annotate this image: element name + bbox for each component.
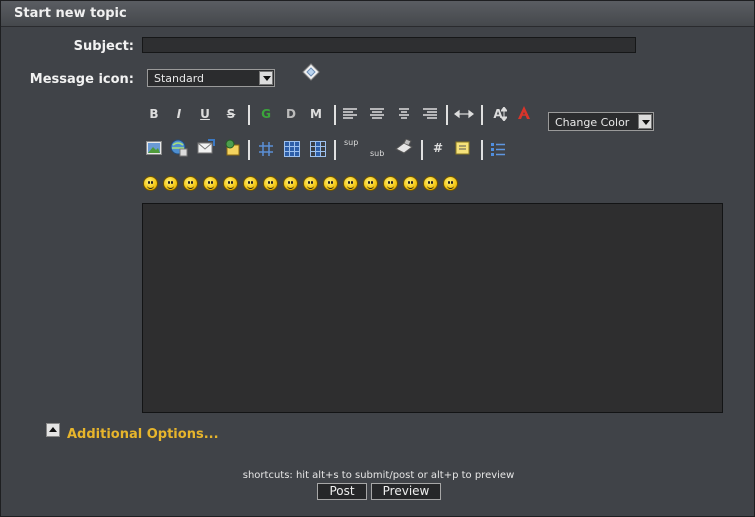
insert-ftp-icon[interactable]: [223, 139, 241, 157]
horizontal-rule-icon[interactable]: [454, 108, 474, 120]
underline-button[interactable]: U: [195, 104, 215, 124]
change-color-select[interactable]: Change Color: [548, 112, 654, 131]
smiley-icon[interactable]: [383, 176, 398, 191]
toolbar-divider: [446, 105, 448, 125]
subscript-button[interactable]: sub: [370, 149, 384, 158]
smiley-icon[interactable]: [403, 176, 418, 191]
align-left-icon[interactable]: [342, 107, 358, 121]
strikethrough-button[interactable]: S: [221, 104, 241, 124]
expand-collapse-icon[interactable]: [46, 423, 60, 437]
smiley-icon[interactable]: [443, 176, 458, 191]
toolbar-divider: [481, 140, 483, 160]
smiley-icon[interactable]: [183, 176, 198, 191]
change-color-label: Change Color: [555, 116, 630, 129]
smiley-icon[interactable]: [303, 176, 318, 191]
bold-button[interactable]: B: [144, 104, 164, 124]
toolbar-divider: [248, 105, 250, 125]
chevron-down-icon[interactable]: [259, 71, 273, 85]
post-button[interactable]: Post: [317, 483, 367, 500]
insert-table-row-icon[interactable]: [284, 141, 300, 157]
page-title: Start new topic: [14, 6, 127, 21]
toolbar-divider: [481, 105, 483, 125]
teletype-icon[interactable]: [395, 139, 413, 155]
align-justify-icon[interactable]: [396, 107, 412, 121]
message-icon-label: Message icon:: [29, 72, 134, 87]
insert-image-icon[interactable]: [146, 141, 162, 155]
glow-button[interactable]: G: [256, 104, 276, 124]
insert-quote-icon[interactable]: [455, 141, 471, 157]
toolbar-divider: [421, 140, 423, 160]
size-arrows-icon: [501, 107, 507, 121]
smiley-icon[interactable]: [283, 176, 298, 191]
message-icon-preview-icon: [302, 63, 320, 81]
smiley-icon[interactable]: [203, 176, 218, 191]
panel-header: Start new topic: [1, 1, 754, 27]
insert-list-icon[interactable]: [490, 141, 506, 157]
marquee-button[interactable]: M: [306, 104, 326, 124]
insert-code-button[interactable]: #: [428, 138, 448, 158]
insert-table-column-icon[interactable]: [310, 141, 326, 157]
toolbar-divider: [248, 140, 250, 160]
smiley-icon[interactable]: [163, 176, 178, 191]
smiley-icon[interactable]: [423, 176, 438, 191]
align-center-icon[interactable]: [369, 107, 385, 121]
message-body-textarea[interactable]: [142, 203, 723, 413]
subject-label: Subject:: [73, 39, 134, 54]
superscript-button[interactable]: sup: [344, 138, 358, 147]
smiley-icon[interactable]: [323, 176, 338, 191]
preview-button[interactable]: Preview: [371, 483, 441, 500]
toolbar-divider: [334, 140, 336, 160]
chevron-down-icon[interactable]: [638, 114, 652, 129]
shadow-button[interactable]: D: [281, 104, 301, 124]
smiley-icon[interactable]: [223, 176, 238, 191]
subject-input[interactable]: [142, 37, 636, 53]
message-icon-selected: Standard: [154, 72, 205, 85]
italic-button[interactable]: I: [169, 104, 189, 124]
align-right-icon[interactable]: [422, 107, 438, 121]
message-icon-select[interactable]: Standard: [147, 69, 275, 87]
toolbar-divider: [334, 105, 336, 125]
new-topic-panel: Start new topic Subject: Message icon: S…: [0, 0, 755, 517]
smiley-icon[interactable]: [243, 176, 258, 191]
shortcuts-hint: shortcuts: hit alt+s to submit/post or a…: [242, 470, 515, 481]
smiley-icon[interactable]: [363, 176, 378, 191]
additional-options-link[interactable]: Additional Options...: [67, 427, 219, 442]
font-face-icon[interactable]: [516, 105, 532, 121]
insert-hyperlink-icon[interactable]: [170, 139, 188, 157]
smiley-icon[interactable]: [143, 176, 158, 191]
insert-table-icon[interactable]: [258, 141, 274, 157]
smiley-icon[interactable]: [343, 176, 358, 191]
insert-email-icon[interactable]: [197, 139, 215, 157]
smiley-icon[interactable]: [263, 176, 278, 191]
